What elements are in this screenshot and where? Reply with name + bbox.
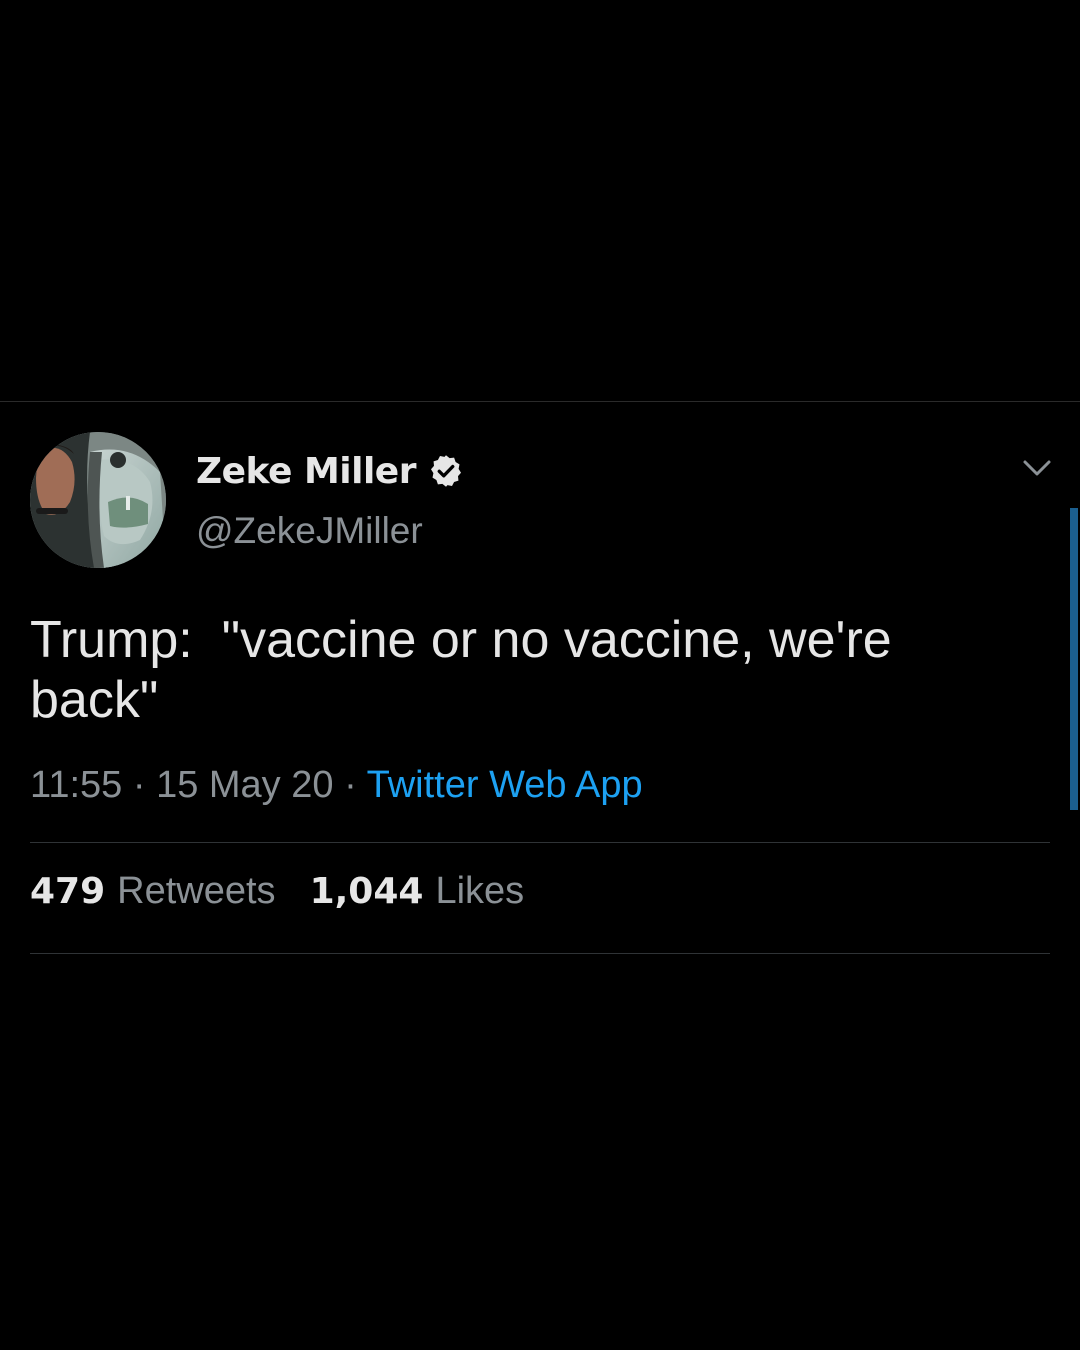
avatar-photo bbox=[30, 432, 166, 568]
divider bbox=[30, 842, 1050, 843]
scroll-indicator[interactable] bbox=[1070, 508, 1078, 810]
tweet-stats: 479 Retweets 1,044 Likes bbox=[30, 870, 524, 913]
author-name-row: Zeke Miller bbox=[196, 446, 464, 496]
author-display-name[interactable]: Zeke Miller bbox=[196, 451, 416, 492]
likes-label: Likes bbox=[435, 870, 525, 912]
divider bbox=[30, 953, 1050, 954]
retweets-label: Retweets bbox=[117, 870, 276, 912]
tweet-source-link[interactable]: Twitter Web App bbox=[367, 764, 643, 806]
retweets-stat[interactable]: 479 Retweets bbox=[30, 870, 276, 913]
likes-count: 1,044 bbox=[309, 871, 424, 912]
author-handle[interactable]: @ZekeJMiller bbox=[196, 510, 423, 552]
meta-separator: · bbox=[344, 764, 357, 806]
meta-separator: · bbox=[132, 764, 146, 806]
chevron-down-icon[interactable] bbox=[1020, 455, 1054, 481]
top-divider bbox=[0, 401, 1080, 402]
tweet-time[interactable]: 11:55 bbox=[30, 764, 122, 806]
tweet-date[interactable]: 15 May 20 bbox=[156, 764, 333, 806]
likes-stat[interactable]: 1,044 Likes bbox=[310, 870, 525, 913]
retweets-count: 479 bbox=[30, 871, 106, 912]
tweet-meta: 11:55 · 15 May 20 · Twitter Web App bbox=[30, 764, 643, 807]
tweet-text: Trump: "vaccine or no vaccine, we're bac… bbox=[30, 611, 907, 729]
avatar[interactable] bbox=[30, 432, 166, 568]
verified-badge-icon bbox=[428, 453, 464, 489]
